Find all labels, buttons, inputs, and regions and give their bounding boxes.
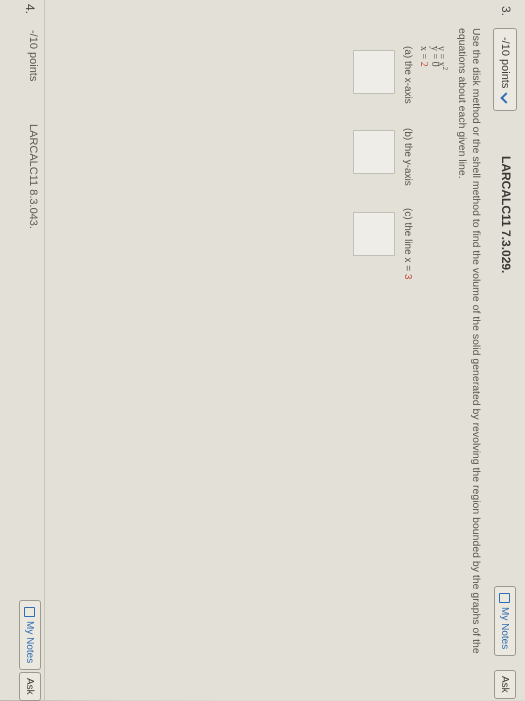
ask-label: Ask — [24, 678, 36, 695]
ask-button[interactable]: Ask — [494, 670, 516, 699]
points-label: -/10 points — [499, 37, 511, 89]
ask-button[interactable]: Ask — [19, 672, 41, 701]
equation-3: x = 2 — [418, 46, 429, 67]
question-number: 4. — [23, 4, 37, 15]
webassign-page: 3. -/10 points LARCALC11 7.3.029. My Not… — [0, 0, 525, 701]
part-a-label: (a) the x-axis — [402, 46, 413, 104]
part-b-label: (b) the y-axis — [402, 128, 413, 186]
my-notes-button[interactable]: My Notes — [19, 600, 41, 671]
notes-icon — [24, 607, 36, 617]
question-divider — [44, 0, 45, 700]
points-dropdown[interactable]: -/10 points — [493, 28, 517, 112]
question-id: LARCALC11 7.3.029. — [499, 156, 513, 274]
my-notes-button[interactable]: My Notes — [494, 586, 516, 657]
question-number: 3. — [499, 6, 513, 17]
question-prompt: Use the disk method or the shell method … — [456, 28, 482, 654]
my-notes-label: My Notes — [499, 607, 511, 650]
part-c-label: (c) the line x = 3 — [402, 208, 413, 280]
chevron-down-icon — [500, 92, 513, 105]
answer-input-c[interactable] — [353, 212, 395, 256]
ask-label: Ask — [499, 676, 511, 693]
equation-2: y = 0 — [429, 46, 440, 67]
my-notes-label: My Notes — [24, 621, 36, 664]
answer-input-b[interactable] — [353, 130, 395, 174]
answer-input-a[interactable] — [353, 50, 395, 94]
points-label: -/10 points — [27, 30, 39, 82]
question-id: LARCALC11 8.3.043. — [27, 124, 39, 229]
notes-icon — [499, 593, 511, 603]
